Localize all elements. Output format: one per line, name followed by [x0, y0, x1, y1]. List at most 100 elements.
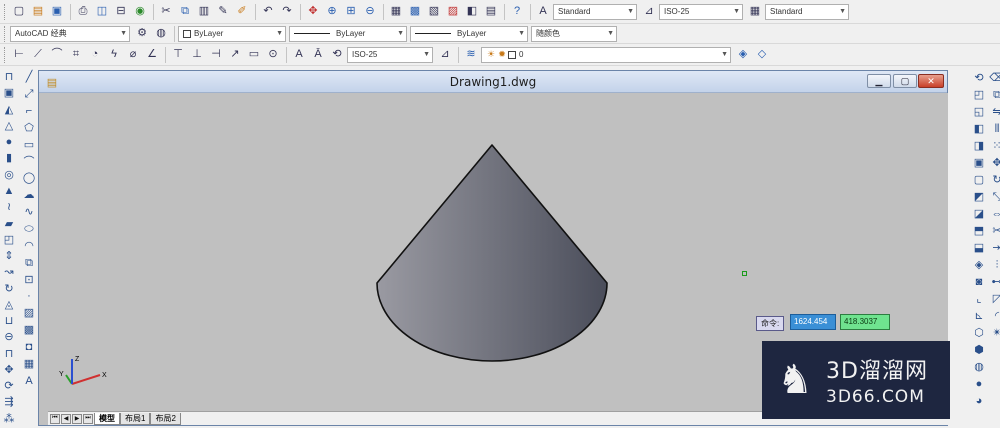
move-icon[interactable]: ✥ — [989, 155, 1000, 171]
cylinder-icon[interactable]: ▮ — [1, 151, 17, 166]
workspace-select[interactable]: AutoCAD 经典 ▼ — [10, 25, 130, 42]
view-bottom-icon[interactable]: ◱ — [971, 104, 987, 120]
zoom-previous-icon[interactable]: ⊖ — [361, 3, 379, 21]
new-icon[interactable]: ▢ — [10, 3, 28, 21]
dim-style-select[interactable]: ISO-25 ▼ — [659, 3, 743, 20]
linear-dim-icon[interactable]: ⊢ — [10, 46, 28, 64]
view-back-icon[interactable]: ▢ — [971, 172, 987, 188]
conceptual-style-icon[interactable]: ◕ — [971, 393, 987, 409]
view-top-icon[interactable]: ◰ — [971, 87, 987, 103]
block-editor-icon[interactable]: ✐ — [233, 3, 251, 21]
polygon-icon[interactable]: ⬠ — [21, 121, 37, 137]
plot-style-select[interactable]: 随颜色 ▼ — [531, 25, 617, 42]
line-icon[interactable]: ╱ — [21, 70, 37, 86]
tab-model[interactable]: 模型 — [94, 412, 120, 425]
text-style-select[interactable]: Standard ▼ — [553, 3, 637, 20]
union-icon[interactable]: ⊔ — [1, 314, 17, 329]
hatch-icon[interactable]: ▨ — [21, 306, 37, 322]
tab-layout2[interactable]: 布局2 — [150, 412, 181, 425]
dim-style-manager-icon[interactable]: ⊿ — [436, 46, 454, 64]
gradient-icon[interactable]: ▩ — [21, 323, 37, 339]
pyramid-icon[interactable]: ▲ — [1, 184, 17, 199]
close-button[interactable]: ✕ — [918, 74, 944, 88]
explode-icon[interactable]: ✴ — [989, 325, 1000, 341]
jogged-dim-icon[interactable]: ϟ — [105, 46, 123, 64]
color-select[interactable]: ByLayer ▼ — [178, 25, 286, 42]
next-tab-icon[interactable]: ▶ — [72, 413, 82, 424]
continue-dim-icon[interactable]: ⊣ — [207, 46, 225, 64]
minimize-button[interactable]: ▁ — [867, 74, 891, 88]
dynamic-input-y[interactable]: 418.3037 — [840, 314, 890, 330]
angular-dim-icon[interactable]: ∠ — [143, 46, 161, 64]
presspull-icon[interactable]: ⇕ — [1, 249, 17, 264]
cut-icon[interactable]: ✂ — [157, 3, 175, 21]
calculator-icon[interactable]: ▤ — [482, 3, 500, 21]
circle-icon[interactable]: ◯ — [21, 171, 37, 187]
polysolid-icon[interactable]: ⊓ — [1, 70, 17, 85]
ellipse-arc-icon[interactable]: ◠ — [21, 238, 37, 254]
intersect-icon[interactable]: ⊓ — [1, 347, 17, 362]
copy-object-icon[interactable]: ⧉ — [989, 87, 1000, 103]
view-left-icon[interactable]: ◧ — [971, 121, 987, 137]
workspace-settings-icon[interactable]: ⚙ — [133, 25, 151, 43]
table-icon[interactable]: ▦ — [21, 356, 37, 372]
break-icon[interactable]: ⫶ — [989, 257, 1000, 273]
lineweight-select[interactable]: ByLayer ▼ — [410, 25, 528, 42]
3d-orbit-icon[interactable]: ⟲ — [971, 70, 987, 86]
markup-icon[interactable]: ◧ — [463, 3, 481, 21]
redo-icon[interactable]: ↷ — [278, 3, 296, 21]
chamfer-icon[interactable]: ◸ — [989, 291, 1000, 307]
sheet-set-icon[interactable]: ▨ — [444, 3, 462, 21]
toolbar-grip[interactable] — [4, 3, 7, 20]
scale-icon[interactable]: ⤡ — [989, 189, 1000, 205]
dynamic-input-x[interactable]: 1624.454 — [790, 314, 836, 330]
radius-dim-icon[interactable]: ◔ — [86, 46, 104, 64]
open-icon[interactable]: ▤ — [29, 3, 47, 21]
spline-icon[interactable]: ∿ — [21, 205, 37, 221]
realistic-style-icon[interactable]: ● — [971, 376, 987, 392]
revolve-icon[interactable]: ↻ — [1, 281, 17, 296]
join-icon[interactable]: ⊷ — [989, 274, 1000, 290]
help-icon[interactable]: ? — [508, 3, 526, 21]
copy-icon[interactable]: ⧉ — [176, 3, 194, 21]
wedge-icon[interactable]: ◭ — [1, 103, 17, 118]
extend-icon[interactable]: ⇥ — [989, 240, 1000, 256]
nw-iso-icon[interactable]: ⬓ — [971, 240, 987, 256]
undo-icon[interactable]: ↶ — [259, 3, 277, 21]
quick-dim-icon[interactable]: ⊤ — [169, 46, 187, 64]
sphere-icon[interactable]: ● — [1, 135, 17, 150]
view-front-icon[interactable]: ▣ — [971, 155, 987, 171]
construction-line-icon[interactable]: ⤢ — [21, 87, 37, 103]
3d-wireframe-icon[interactable]: ⬢ — [971, 342, 987, 358]
stretch-icon[interactable]: ⇔ — [989, 206, 1000, 222]
layer-manager-icon[interactable]: ≋ — [462, 46, 480, 64]
zoom-window-icon[interactable]: ⊞ — [342, 3, 360, 21]
my-workspace-icon[interactable]: ◍ — [152, 25, 170, 43]
maximize-button[interactable]: ▢ — [893, 74, 917, 88]
tool-palettes-icon[interactable]: ▧ — [425, 3, 443, 21]
properties-icon[interactable]: ▦ — [387, 3, 405, 21]
3d-dwf-icon[interactable]: ◉ — [131, 3, 149, 21]
rotate-icon[interactable]: ↻ — [989, 172, 1000, 188]
toolbar-grip[interactable] — [4, 46, 7, 63]
loft-icon[interactable]: ◬ — [1, 298, 17, 313]
make-block-icon[interactable]: ⊡ — [21, 272, 37, 288]
make-current-layer-icon[interactable]: ◈ — [734, 46, 752, 64]
paste-icon[interactable]: ▥ — [195, 3, 213, 21]
center-mark-icon[interactable]: ⊙ — [264, 46, 282, 64]
cone-solid[interactable] — [376, 144, 608, 362]
offset-icon[interactable]: ⫴ — [989, 121, 1000, 137]
3d-align-icon[interactable]: ⇶ — [1, 395, 17, 410]
first-tab-icon[interactable]: ⏮ — [50, 413, 60, 424]
erase-icon[interactable]: ⌫ — [989, 70, 1000, 86]
dim-update-icon[interactable]: ⟲ — [328, 46, 346, 64]
world-ucs-icon[interactable]: ⊾ — [971, 308, 987, 324]
dim-text-edit-icon[interactable]: Ā — [309, 46, 327, 64]
revision-cloud-icon[interactable]: ☁ — [21, 188, 37, 204]
2d-wireframe-icon[interactable]: ⬡ — [971, 325, 987, 341]
3d-array-icon[interactable]: ⁂ — [1, 412, 17, 427]
named-views-icon[interactable]: ◈ — [971, 257, 987, 273]
ucs-icon[interactable]: ⌞ — [971, 291, 987, 307]
pan-icon[interactable]: ✥ — [304, 3, 322, 21]
tab-layout1[interactable]: 布局1 — [120, 412, 151, 425]
